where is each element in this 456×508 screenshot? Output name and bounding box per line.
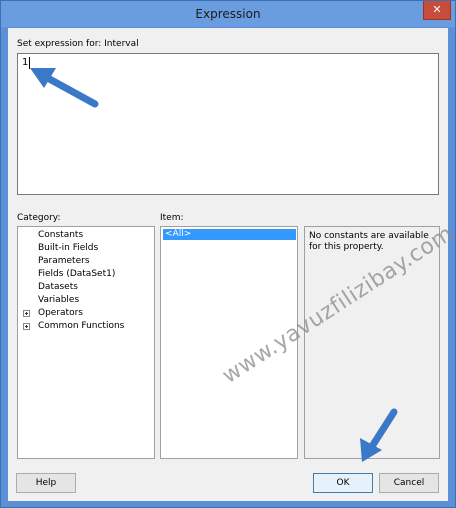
arrow-to-expression-icon <box>30 68 99 108</box>
arrow-to-ok-icon <box>360 408 398 462</box>
annotation-arrows <box>30 68 398 462</box>
